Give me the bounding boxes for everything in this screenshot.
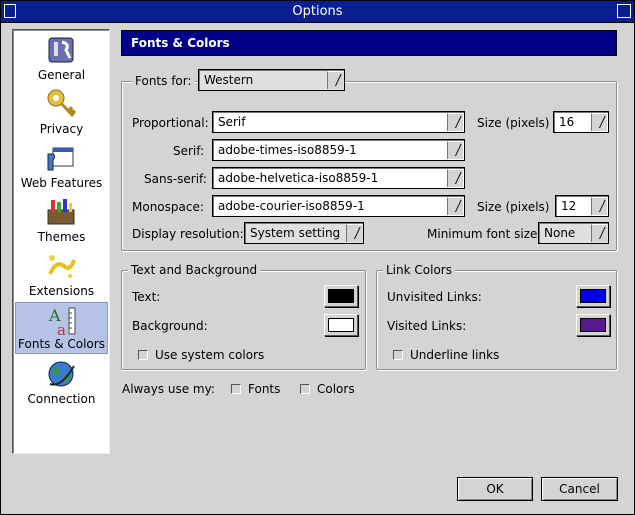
fonts-for-select[interactable]: Western	[198, 69, 345, 91]
serif-label: Serif:	[173, 144, 205, 158]
proportional-value: Serif	[218, 115, 246, 129]
always-use-label: Always use my:	[122, 382, 215, 396]
themes-icon	[47, 199, 75, 225]
chevron-down-icon	[346, 224, 362, 242]
chevron-down-icon	[591, 224, 607, 242]
display-resolution-select[interactable]: System setting	[244, 222, 364, 244]
panel-header: Fonts & Colors	[121, 30, 617, 56]
globe-icon	[48, 361, 75, 387]
sidebar-item-connection[interactable]: Connection	[15, 356, 108, 408]
serif-select[interactable]: adobe-times-iso8859-1	[212, 139, 465, 161]
sans-serif-select[interactable]: adobe-helvetica-iso8859-1	[212, 167, 465, 189]
use-system-colors-checkbox[interactable]	[138, 350, 148, 360]
sidebar-item-themes[interactable]: Themes	[15, 194, 108, 246]
always-use-fonts-label: Fonts	[248, 382, 281, 396]
options-window: Options General Privacy Web Features The…	[0, 0, 635, 515]
text-color-swatch	[328, 289, 354, 303]
general-icon	[48, 37, 74, 63]
underline-links-checkbox[interactable]	[393, 350, 403, 360]
min-font-size-label: Minimum font size:	[427, 227, 542, 241]
proportional-select[interactable]: Serif	[212, 111, 465, 133]
link-colors-title: Link Colors	[383, 263, 455, 277]
window-title: Options	[292, 4, 343, 19]
always-use-colors-checkbox[interactable]	[300, 384, 310, 394]
monospace-size-value: 12	[561, 199, 577, 213]
sans-serif-label: Sans-serif:	[144, 172, 207, 186]
proportional-label: Proportional:	[132, 116, 209, 130]
svg-text:a: a	[57, 321, 66, 337]
text-color-button[interactable]	[324, 285, 358, 307]
min-font-size-value: None	[544, 226, 576, 240]
sans-serif-value: adobe-helvetica-iso8859-1	[218, 171, 379, 185]
chevron-down-icon	[447, 141, 463, 159]
visited-links-swatch	[580, 318, 606, 332]
ok-button[interactable]: OK	[457, 477, 533, 501]
background-color-swatch	[328, 318, 354, 332]
sidebar-item-label: General	[37, 68, 86, 82]
chevron-down-icon	[327, 71, 343, 89]
sidebar-item-label: Themes	[37, 230, 86, 244]
always-use-colors-label: Colors	[317, 382, 355, 396]
extensions-icon	[48, 255, 76, 278]
sidebar-item-label: Privacy	[39, 122, 84, 136]
fonts-for-label: Fonts for:	[132, 74, 195, 88]
use-system-colors-label: Use system colors	[155, 348, 265, 362]
sidebar-item-label: Connection	[27, 392, 96, 406]
panel-title: Fonts & Colors	[131, 36, 230, 50]
visited-links-color-button[interactable]	[576, 314, 610, 336]
title-bar[interactable]: Options	[1, 1, 634, 23]
sidebar-item-label: Web Features	[20, 176, 103, 190]
sidebar-item-privacy[interactable]: Privacy	[15, 86, 108, 138]
sidebar-item-web-features[interactable]: Web Features	[15, 140, 108, 192]
monospace-size-select[interactable]: 12	[555, 195, 609, 217]
chevron-down-icon	[591, 113, 607, 131]
monospace-label: Monospace:	[132, 200, 204, 214]
proportional-size-label: Size (pixels)	[477, 116, 550, 130]
category-sidebar: General Privacy Web Features Themes Exte…	[12, 29, 110, 454]
unvisited-links-label: Unvisited Links:	[387, 290, 482, 304]
text-background-title: Text and Background	[128, 263, 261, 277]
serif-value: adobe-times-iso8859-1	[218, 143, 357, 157]
min-font-size-select[interactable]: None	[538, 222, 609, 244]
always-use-fonts-checkbox[interactable]	[231, 384, 241, 394]
chevron-down-icon	[447, 113, 463, 131]
sidebar-item-general[interactable]: General	[15, 32, 108, 84]
chevron-down-icon	[447, 197, 463, 215]
monospace-size-label: Size (pixels)	[477, 200, 550, 214]
monospace-value: adobe-courier-iso8859-1	[218, 199, 365, 213]
key-icon	[47, 89, 77, 118]
chevron-down-icon	[591, 197, 607, 215]
display-resolution-value: System setting	[250, 226, 341, 240]
unvisited-links-swatch	[580, 289, 606, 303]
cancel-button[interactable]: Cancel	[541, 477, 618, 501]
text-color-label: Text:	[132, 290, 161, 304]
background-color-label: Background:	[132, 319, 208, 333]
sidebar-item-fonts-colors[interactable]: A a Fonts & Colors	[15, 302, 108, 354]
visited-links-label: Visited Links:	[387, 319, 467, 333]
web-features-icon	[47, 147, 74, 171]
display-resolution-label: Display resolution:	[132, 227, 244, 241]
proportional-size-select[interactable]: 16	[553, 111, 609, 133]
unvisited-links-color-button[interactable]	[576, 285, 610, 307]
underline-links-label: Underline links	[410, 348, 500, 362]
proportional-size-value: 16	[559, 115, 575, 129]
sidebar-item-label: Fonts & Colors	[18, 337, 105, 351]
maximize-button[interactable]	[617, 4, 631, 18]
monospace-select[interactable]: adobe-courier-iso8859-1	[212, 195, 465, 217]
fonts-for-value: Western	[204, 73, 254, 87]
chevron-down-icon	[447, 169, 463, 187]
background-color-button[interactable]	[324, 314, 358, 336]
sidebar-item-label: Extensions	[28, 284, 95, 298]
fonts-icon: A a	[48, 306, 76, 337]
sidebar-item-extensions[interactable]: Extensions	[15, 248, 108, 300]
